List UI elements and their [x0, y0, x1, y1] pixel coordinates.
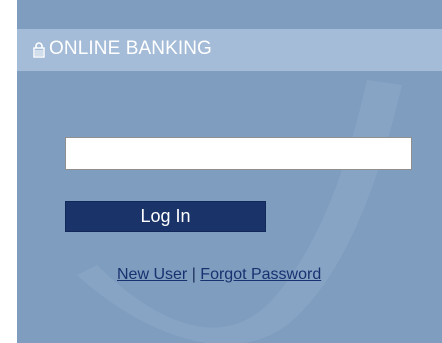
link-separator: | — [191, 266, 196, 283]
new-user-link[interactable]: New User — [117, 266, 187, 283]
page-title: ONLINE BANKING — [49, 38, 212, 59]
online-banking-panel: ONLINE BANKING Log In New User | Forgot … — [17, 0, 442, 343]
account-links: New User | Forgot Password — [117, 266, 321, 284]
lock-icon — [33, 42, 45, 58]
username-input[interactable] — [65, 137, 412, 170]
forgot-password-link[interactable]: Forgot Password — [200, 266, 321, 283]
log-in-button[interactable]: Log In — [65, 201, 266, 232]
